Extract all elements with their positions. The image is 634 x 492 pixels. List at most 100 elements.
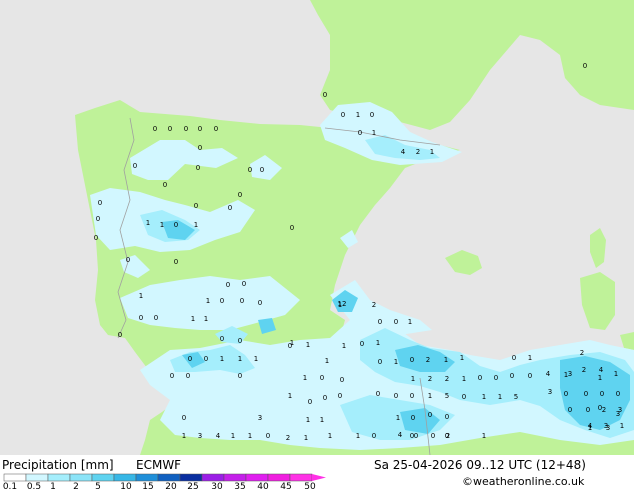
precip-value: 0	[378, 318, 382, 326]
precip-value: 2	[286, 434, 290, 442]
precip-value: 0	[198, 144, 202, 152]
precip-value: 2	[372, 301, 376, 309]
precip-value: 0	[163, 181, 167, 189]
legend-swatch	[91, 473, 115, 482]
precip-value: 4	[398, 431, 403, 439]
precip-value: 0	[583, 62, 587, 70]
precip-value: 0	[341, 111, 345, 119]
precip-value: 0	[586, 406, 590, 414]
precip-value: 0	[510, 372, 514, 380]
legend-tick-label: 15	[142, 482, 154, 492]
precip-value: 0	[428, 411, 432, 419]
precip-value: 1	[254, 355, 258, 363]
precip-value: 0	[238, 372, 242, 380]
legend-tick-label: 1	[50, 482, 56, 492]
precip-value: 1	[320, 416, 324, 424]
precipitation-map: 0000000010010000000110100000000110000114…	[0, 0, 634, 455]
precip-value: 0	[139, 314, 143, 322]
precip-value: 3	[606, 424, 610, 432]
precip-value: 0	[220, 297, 224, 305]
precip-value: 0	[98, 199, 102, 207]
precip-value: 1	[588, 424, 592, 432]
precip-value: 5	[514, 393, 518, 401]
precip-value: 0	[360, 340, 364, 348]
valid-time-label: Sa 25-04-2026 09..12 UTC (12+48)	[374, 458, 586, 472]
precip-value: 1	[220, 355, 224, 363]
precip-value: 1	[444, 356, 448, 364]
legend-swatch	[25, 473, 49, 482]
precip-value: 0	[220, 335, 224, 343]
precip-value: 0	[338, 392, 342, 400]
precip-value: 0	[340, 376, 344, 384]
precip-value: 0	[260, 166, 264, 174]
precip-value: 1	[428, 392, 432, 400]
precip-value: 0	[494, 374, 498, 382]
precip-value: 1	[328, 432, 332, 440]
model-label: ECMWF	[136, 458, 182, 472]
precip-value: 1	[356, 111, 360, 119]
precip-value: 0	[214, 125, 218, 133]
precip-value: 0	[194, 202, 198, 210]
precip-value: 1	[396, 414, 400, 422]
copyright-label: ©weatheronline.co.uk	[462, 475, 585, 488]
legend-tick-label: 35	[234, 482, 246, 492]
precip-value: 0	[153, 125, 157, 133]
precip-value: 0	[238, 337, 242, 345]
precip-value: 3	[616, 410, 620, 418]
precip-value: 0	[240, 297, 244, 305]
precip-value: 0	[394, 318, 398, 326]
precip-value: 1	[411, 375, 415, 383]
precip-value: 2	[428, 375, 432, 383]
precip-value: 0	[188, 355, 192, 363]
precip-value: 2	[416, 148, 420, 156]
precip-value: 0	[266, 432, 270, 440]
precip-value: 0	[370, 111, 374, 119]
precip-value: 1	[620, 422, 624, 430]
precip-value: 1	[482, 432, 486, 440]
precip-value: 1	[194, 221, 198, 229]
precip-value: 1	[248, 432, 252, 440]
precip-value: 0	[445, 413, 449, 421]
precip-value: 1	[408, 318, 412, 326]
precip-value: 0	[410, 432, 414, 440]
precip-value: 0	[184, 125, 188, 133]
precip-value: 0	[323, 91, 327, 99]
precip-value: 0	[372, 432, 376, 440]
legend-arrow	[312, 474, 326, 481]
precip-value: 0	[133, 162, 137, 170]
precip-value: 2	[582, 366, 586, 374]
precip-value: 1	[430, 148, 434, 156]
precip-value: 1	[342, 342, 346, 350]
precip-value: 0	[323, 394, 327, 402]
precip-value: 4	[546, 370, 551, 378]
precip-value: 3	[548, 388, 552, 396]
precip-value: 0	[238, 191, 242, 199]
precip-value: 0	[118, 331, 122, 339]
precip-value: 1	[238, 355, 242, 363]
precip-value: 1	[139, 292, 143, 300]
precip-value: 0	[170, 372, 174, 380]
precip-value: 2	[446, 432, 450, 440]
precip-value: 1	[498, 393, 502, 401]
precip-value: 0	[154, 314, 158, 322]
precip-value: 0	[308, 398, 312, 406]
legend-tick-label: 40	[257, 482, 269, 492]
precip-value: 1	[325, 357, 329, 365]
precip-value: 1	[482, 393, 486, 401]
precip-value: 1	[304, 434, 308, 442]
legend-tick-label: 25	[187, 482, 199, 492]
precip-value: 0	[96, 215, 100, 223]
legend-tick-label: 30	[211, 482, 223, 492]
precip-value: 0	[600, 390, 604, 398]
precip-value: 3	[568, 370, 572, 378]
precip-value: 0	[564, 390, 568, 398]
precip-value: 1	[462, 375, 466, 383]
precip-value: 4	[216, 432, 221, 440]
legend-swatch	[157, 473, 181, 482]
precip-value: 1	[528, 354, 532, 362]
legend-swatch	[201, 473, 225, 482]
precip-value: 1	[303, 374, 307, 382]
precip-value: 0	[462, 393, 466, 401]
precip-value: 0	[182, 414, 186, 422]
precip-value: 0	[394, 392, 398, 400]
